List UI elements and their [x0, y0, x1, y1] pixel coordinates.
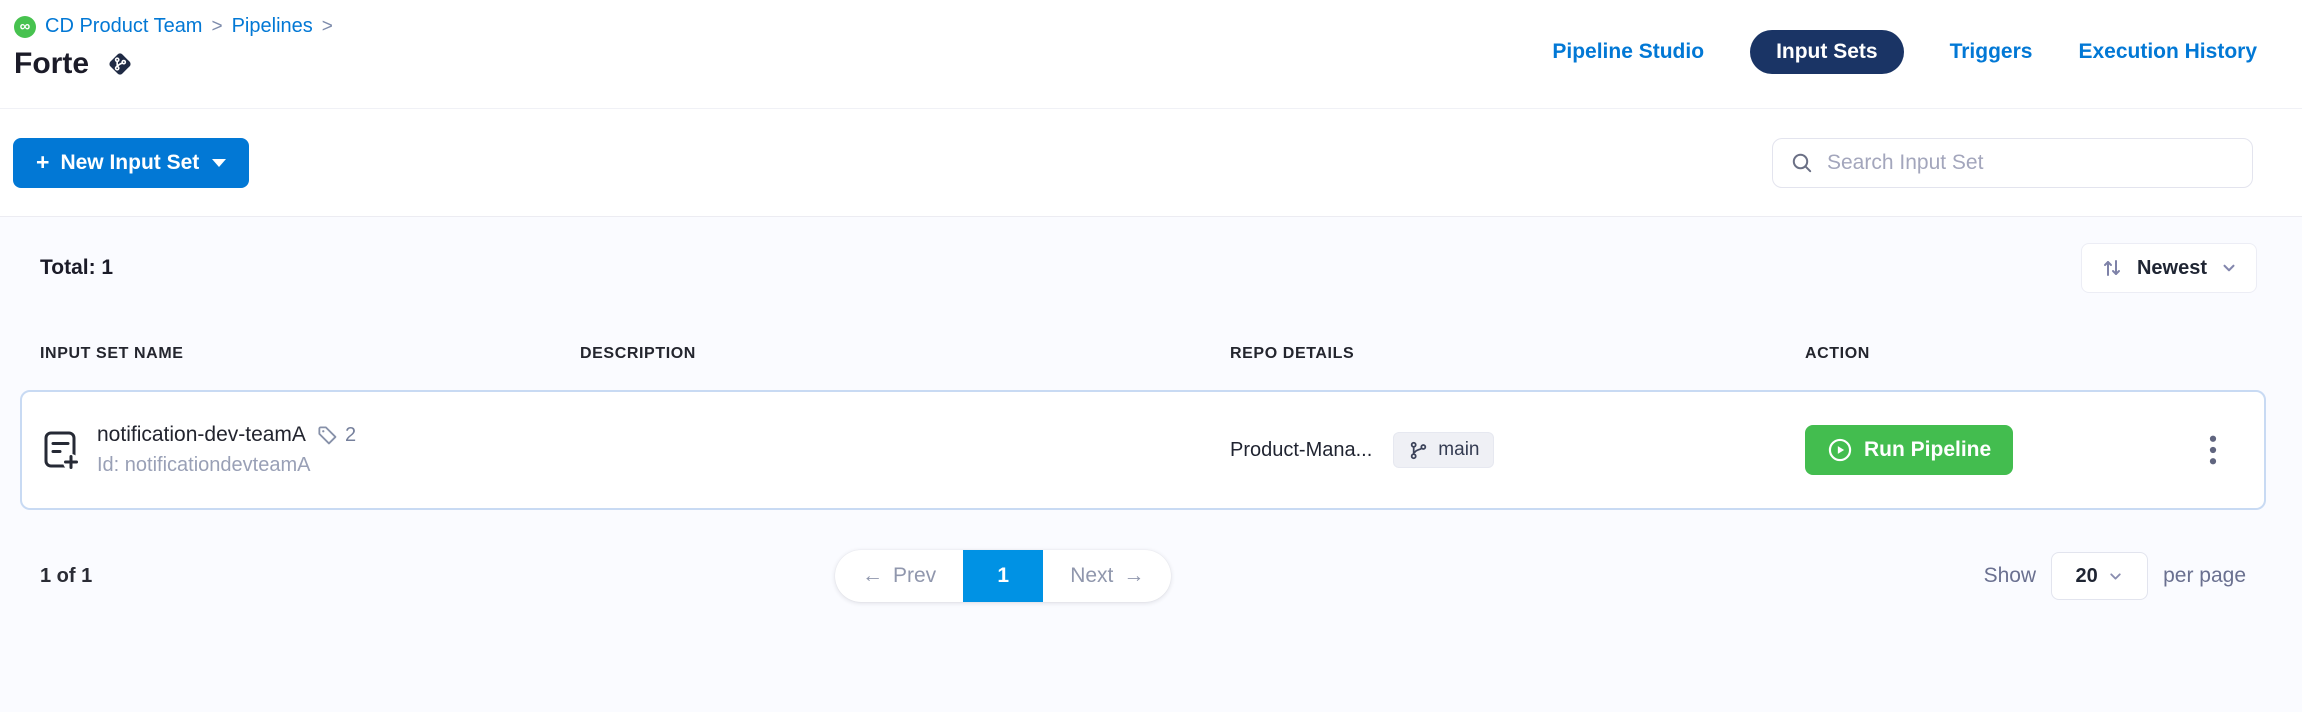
page-size-select[interactable]: 20	[2051, 552, 2148, 600]
new-input-set-button[interactable]: + New Input Set	[13, 138, 249, 188]
run-pipeline-label: Run Pipeline	[1864, 438, 1991, 462]
sort-dropdown[interactable]: Newest	[2081, 243, 2257, 293]
pagination-bar: 1 of 1 ← Prev 1 Next → Show 20	[0, 550, 2302, 602]
sort-icon	[2100, 256, 2124, 280]
chevron-down-icon	[2220, 259, 2238, 277]
input-set-name-link[interactable]: notification-dev-teamA	[97, 423, 306, 447]
caret-down-icon	[212, 159, 226, 167]
table-header-row: INPUT SET NAME DESCRIPTION REPO DETAILS …	[0, 345, 2302, 363]
tab-triggers[interactable]: Triggers	[1950, 40, 2033, 64]
search-input[interactable]	[1827, 151, 2235, 175]
branch-badge: main	[1393, 432, 1494, 468]
page-size-control: Show 20 per page	[1984, 552, 2246, 600]
branch-name: main	[1438, 439, 1479, 461]
next-label: Next	[1070, 564, 1113, 588]
table-row[interactable]: notification-dev-teamA 2 Id: notifica	[20, 390, 2266, 510]
search-icon	[1790, 151, 1814, 175]
cd-module-icon: ∞	[14, 16, 36, 38]
tag-count: 2	[345, 424, 356, 447]
page-header: ∞ CD Product Team > Pipelines > Forte	[0, 0, 2302, 109]
repo-details-cell: Product-Mana... main	[1230, 432, 1805, 468]
title-row: Forte	[14, 47, 333, 81]
page-title: Forte	[14, 47, 89, 81]
header-left: ∞ CD Product Team > Pipelines > Forte	[14, 0, 333, 108]
tag-icon	[316, 424, 339, 447]
new-input-set-label: New Input Set	[60, 151, 199, 175]
per-page-label: per page	[2163, 564, 2246, 588]
tab-input-sets[interactable]: Input Sets	[1750, 30, 1904, 74]
pager: ← Prev 1 Next →	[835, 550, 1171, 602]
tab-execution-history[interactable]: Execution History	[2078, 40, 2257, 64]
prev-page-button[interactable]: ← Prev	[835, 550, 963, 602]
page-summary: 1 of 1	[40, 565, 92, 588]
column-header-repo: REPO DETAILS	[1230, 345, 1805, 363]
page-number-button[interactable]: 1	[963, 550, 1043, 602]
tags-indicator: 2	[316, 424, 356, 447]
repo-name: Product-Mana...	[1230, 439, 1372, 462]
pipeline-tabs: Pipeline Studio Input Sets Triggers Exec…	[1552, 30, 2257, 74]
input-set-icon	[43, 430, 79, 470]
pipeline-git-icon	[105, 49, 135, 79]
plus-icon: +	[36, 151, 49, 174]
input-set-list: Total: 1 Newest INPUT SET NAME DESCRIPTI…	[0, 217, 2302, 602]
list-meta: Total: 1 Newest	[0, 217, 2302, 293]
prev-label: Prev	[893, 564, 936, 588]
input-set-id: Id: notificationdevteamA	[97, 454, 356, 477]
breadcrumb-link-project[interactable]: CD Product Team	[45, 15, 202, 38]
more-options-icon[interactable]	[2202, 429, 2224, 471]
page-size-value: 20	[2075, 565, 2097, 588]
breadcrumb-separator: >	[322, 16, 333, 38]
run-pipeline-button[interactable]: Run Pipeline	[1805, 425, 2013, 475]
play-icon	[1827, 437, 1853, 463]
git-branch-icon	[1408, 440, 1429, 461]
breadcrumb-link-pipelines[interactable]: Pipelines	[232, 15, 313, 38]
input-sets-page: ∞ CD Product Team > Pipelines > Forte	[0, 0, 2302, 602]
total-count: Total: 1	[40, 256, 113, 280]
infinity-glyph: ∞	[20, 19, 31, 34]
toolbar: + New Input Set	[0, 109, 2302, 217]
breadcrumb-separator: >	[211, 16, 222, 38]
input-set-name-cell: notification-dev-teamA 2 Id: notifica	[43, 423, 580, 477]
action-cell: Run Pipeline	[1805, 425, 2264, 475]
breadcrumb: ∞ CD Product Team > Pipelines >	[14, 15, 333, 38]
sort-label: Newest	[2137, 257, 2207, 280]
input-set-name-block: notification-dev-teamA 2 Id: notifica	[97, 423, 356, 477]
column-header-name: INPUT SET NAME	[40, 345, 580, 363]
arrow-left-icon: ←	[862, 564, 883, 588]
next-page-button[interactable]: Next →	[1043, 550, 1171, 602]
column-header-action: ACTION	[1805, 345, 2302, 363]
tab-pipeline-studio[interactable]: Pipeline Studio	[1552, 40, 1704, 64]
chevron-down-icon	[2107, 568, 2124, 585]
arrow-right-icon: →	[1123, 564, 1144, 588]
column-header-description: DESCRIPTION	[580, 345, 1230, 363]
show-label: Show	[1984, 564, 2037, 588]
search-box	[1772, 138, 2253, 188]
